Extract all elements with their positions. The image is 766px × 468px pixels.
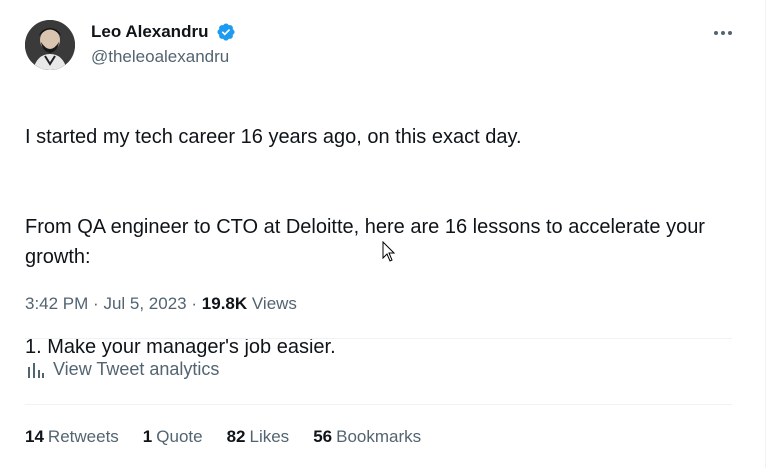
quotes-count: 1 (142, 427, 153, 446)
analytics-label: View Tweet analytics (53, 359, 220, 379)
retweets-label: Retweets (47, 427, 119, 446)
bookmarks-stat[interactable]: 56 Bookmarks (313, 427, 421, 447)
more-options-button[interactable] (706, 22, 740, 44)
tweet-paragraph: From QA engineer to CTO at Deloitte, her… (25, 216, 705, 268)
view-tweet-analytics-button[interactable]: View Tweet analytics (27, 359, 219, 380)
likes-count: 82 (226, 427, 246, 446)
divider (25, 338, 732, 339)
meta-separator: · (191, 294, 198, 313)
quotes-stat[interactable]: 1 Quote (143, 427, 203, 447)
tweet-header: Leo Alexandru @theleoalexandru (25, 18, 740, 72)
tweet-date: Jul 5, 2023 (103, 294, 187, 313)
more-dots-icon (714, 31, 732, 35)
retweets-count: 14 (25, 427, 44, 446)
verified-badge-icon (216, 22, 236, 42)
bookmarks-label: Bookmarks (336, 427, 422, 446)
views-label: Views (251, 294, 297, 313)
likes-stat[interactable]: 82 Likes (227, 427, 290, 447)
bookmarks-count: 56 (313, 427, 333, 446)
retweets-stat[interactable]: 14 Retweets (25, 427, 119, 447)
likes-label: Likes (249, 427, 290, 446)
divider (25, 404, 732, 405)
avatar-photo (25, 20, 75, 70)
mouse-pointer-icon (382, 240, 396, 268)
meta-separator: · (93, 294, 99, 313)
tweet-paragraph: I started my tech career 16 years ago, o… (25, 126, 522, 148)
tweet-time: 3:42 PM (25, 294, 89, 313)
tweet-meta: 3:42 PM · Jul 5, 2023 · 19.8K Views (25, 294, 297, 314)
author-display-name[interactable]: Leo Alexandru (91, 22, 208, 42)
views-count: 19.8K (201, 294, 248, 313)
tweet-paragraph: 1. Make your manager's job easier. (25, 336, 336, 358)
author-handle[interactable]: @theleoalexandru (91, 47, 236, 67)
engagement-stats: 14 Retweets 1 Quote 82 Likes 56 Bookmarks (25, 427, 421, 447)
author-identity: Leo Alexandru @theleoalexandru (91, 22, 236, 67)
tweet-time-link[interactable]: 3:42 PM · Jul 5, 2023 (25, 294, 187, 313)
tweet-card: Leo Alexandru @theleoalexandru I started… (0, 0, 766, 468)
quotes-label: Quote (156, 427, 203, 446)
avatar[interactable] (25, 20, 75, 70)
bar-chart-icon (28, 362, 44, 378)
